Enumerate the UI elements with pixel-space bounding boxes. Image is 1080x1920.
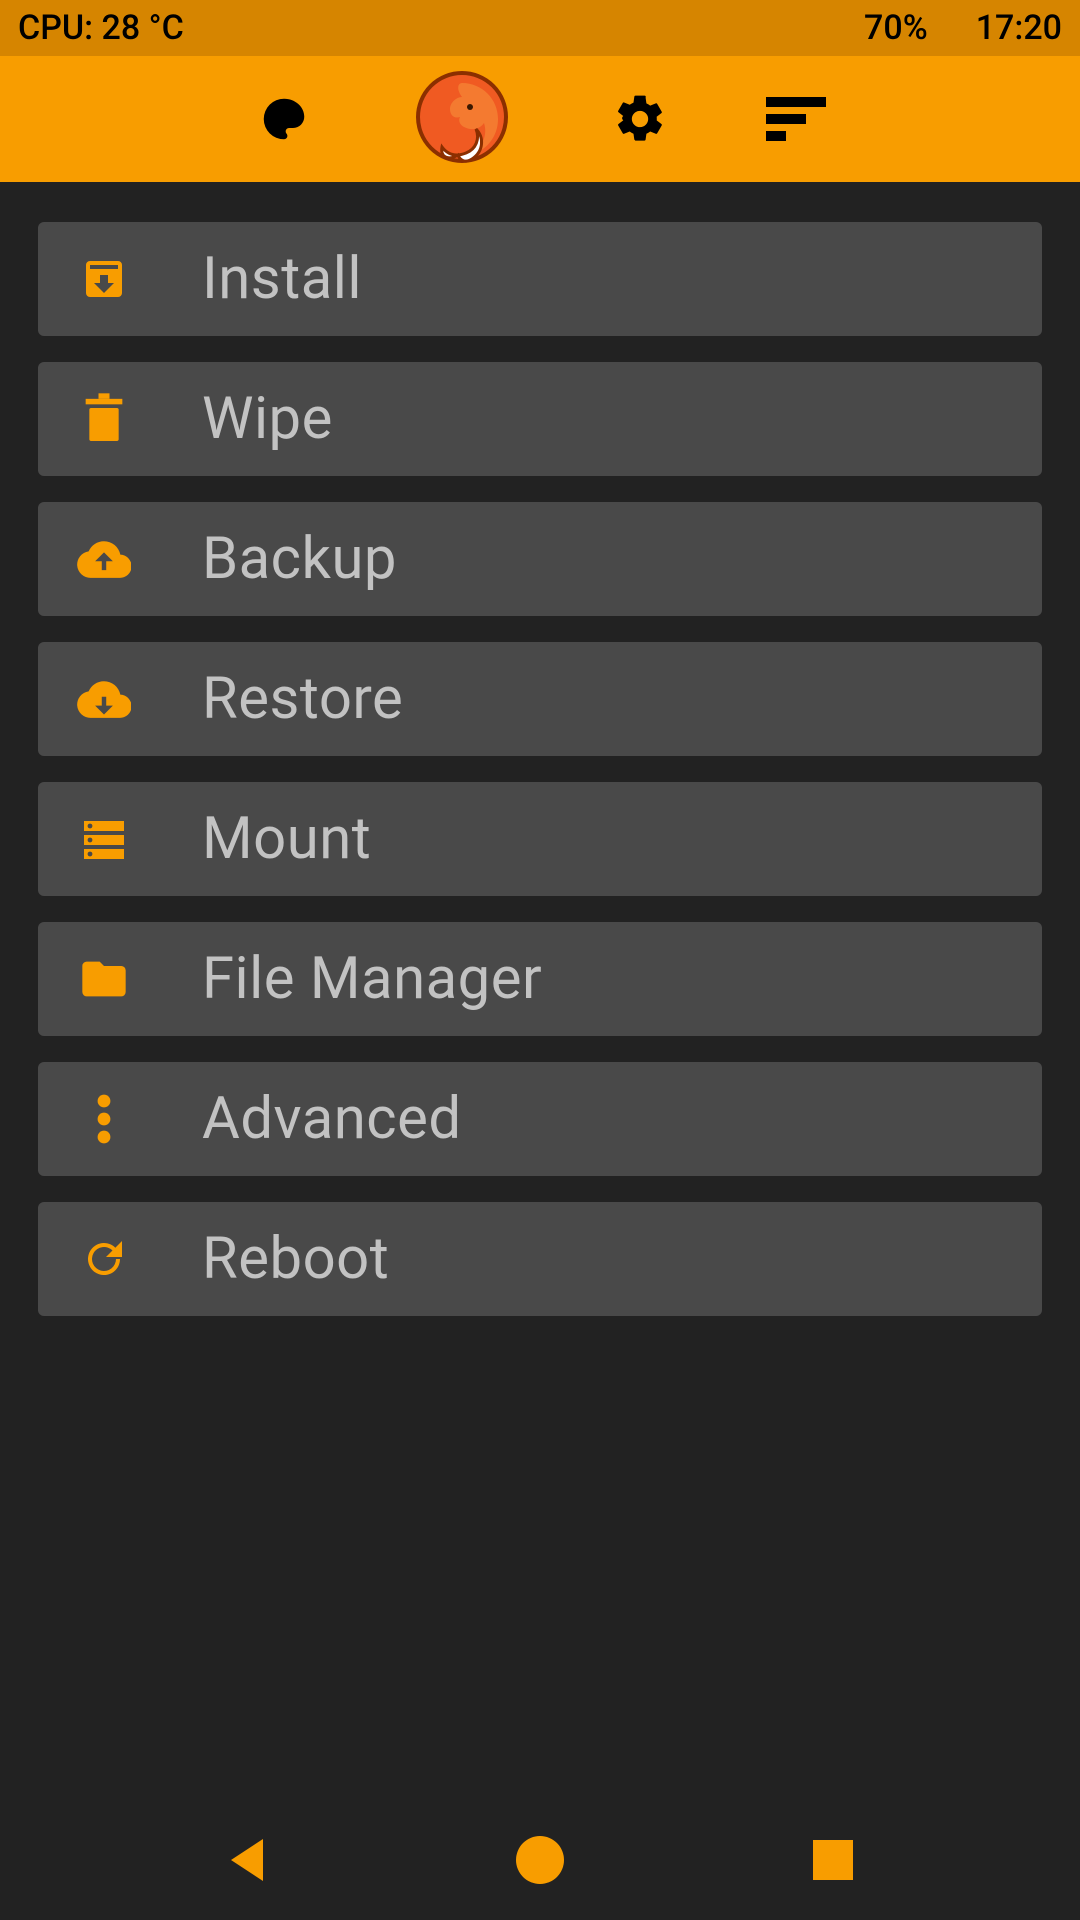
menu-item-advanced[interactable]: Advanced	[38, 1062, 1042, 1176]
menu-item-mount[interactable]: Mount	[38, 782, 1042, 896]
menu-label: Wipe	[202, 385, 333, 453]
menu-label: Advanced	[202, 1085, 462, 1153]
nav-home-button[interactable]	[512, 1832, 568, 1888]
home-circle-icon	[514, 1834, 566, 1886]
menu-item-file-manager[interactable]: File Manager	[38, 922, 1042, 1036]
status-time: 17:20	[976, 8, 1062, 48]
menu-label: Backup	[202, 525, 397, 593]
install-icon	[74, 249, 134, 309]
gear-icon	[612, 91, 668, 147]
status-bar: CPU: 28 °C 70% 17:20	[0, 0, 1080, 56]
sort-icon	[766, 97, 826, 141]
settings-button[interactable]	[610, 89, 670, 149]
menu-label: Mount	[202, 805, 371, 873]
fox-logo-icon	[410, 67, 514, 171]
back-triangle-icon	[225, 1835, 269, 1885]
status-battery: 70%	[864, 8, 928, 48]
refresh-icon	[74, 1229, 134, 1289]
main-menu: Install Wipe Backup Restore	[0, 182, 1080, 1316]
sort-button[interactable]	[766, 89, 826, 149]
menu-item-reboot[interactable]: Reboot	[38, 1202, 1042, 1316]
nav-recents-button[interactable]	[805, 1832, 861, 1888]
cloud-upload-icon	[74, 529, 134, 589]
menu-label: Install	[202, 245, 362, 313]
folder-icon	[74, 949, 134, 1009]
menu-item-restore[interactable]: Restore	[38, 642, 1042, 756]
nav-back-button[interactable]	[219, 1832, 275, 1888]
menu-label: Restore	[202, 665, 403, 733]
status-cpu-temp: CPU: 28 °C	[18, 8, 184, 48]
menu-label: Reboot	[202, 1225, 389, 1293]
menu-item-wipe[interactable]: Wipe	[38, 362, 1042, 476]
app-logo[interactable]	[410, 67, 514, 171]
menu-item-install[interactable]: Install	[38, 222, 1042, 336]
menu-item-backup[interactable]: Backup	[38, 502, 1042, 616]
cloud-download-icon	[74, 669, 134, 729]
storage-icon	[74, 809, 134, 869]
recents-square-icon	[811, 1838, 855, 1882]
top-bar	[0, 56, 1080, 182]
trash-icon	[74, 389, 134, 449]
more-vert-icon	[74, 1089, 134, 1149]
nav-bar	[0, 1800, 1080, 1920]
palette-icon	[257, 92, 311, 146]
menu-label: File Manager	[202, 945, 542, 1013]
theme-button[interactable]	[254, 89, 314, 149]
